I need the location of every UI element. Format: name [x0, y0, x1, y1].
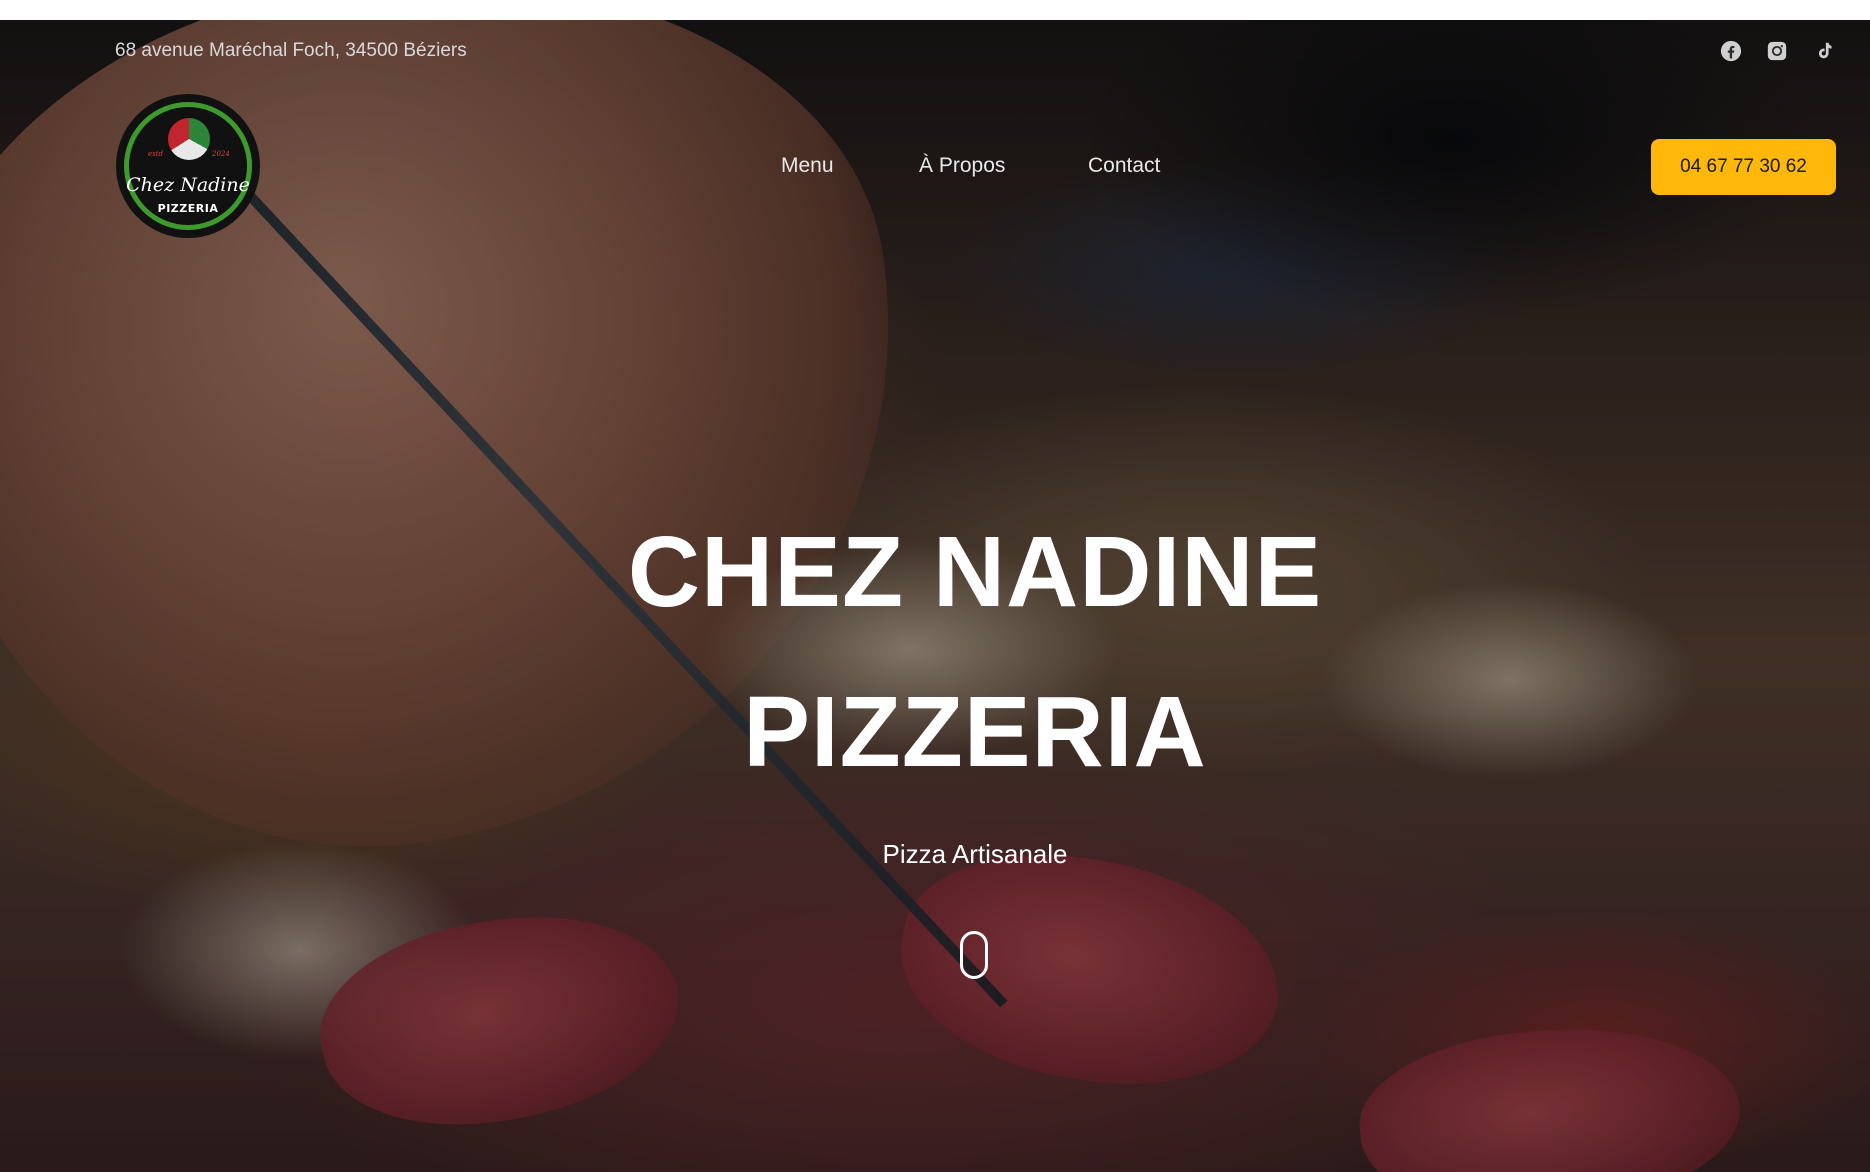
scroll-mouse-icon[interactable]: [960, 931, 988, 979]
browser-top-strip: [0, 0, 1870, 20]
instagram-icon[interactable]: [1766, 40, 1788, 62]
hero-subtitle: Pizza Artisanale: [882, 839, 1068, 869]
logo-script: Chez Nadine: [126, 174, 250, 196]
hero-title-line1: CHEZ NADINE: [627, 516, 1323, 628]
hero-title-line2: PIZZERIA: [743, 676, 1207, 788]
nav-menu[interactable]: Menu: [781, 154, 834, 178]
logo-year: 2024: [212, 150, 230, 158]
chef-flag-icon: [168, 118, 210, 160]
logo[interactable]: estd 2024 Chez Nadine PIZZERIA: [116, 94, 260, 238]
logo-subtitle: PIZZERIA: [157, 202, 219, 215]
header-address: 68 avenue Maréchal Foch, 34500 Béziers: [115, 40, 467, 61]
phone-button[interactable]: 04 67 77 30 62: [1651, 139, 1836, 195]
logo-estd: estd: [148, 150, 164, 158]
tiktok-icon[interactable]: [1813, 40, 1835, 62]
nav-a-propos[interactable]: À Propos: [919, 154, 1005, 178]
facebook-icon[interactable]: [1720, 40, 1742, 62]
nav-contact[interactable]: Contact: [1088, 154, 1160, 178]
